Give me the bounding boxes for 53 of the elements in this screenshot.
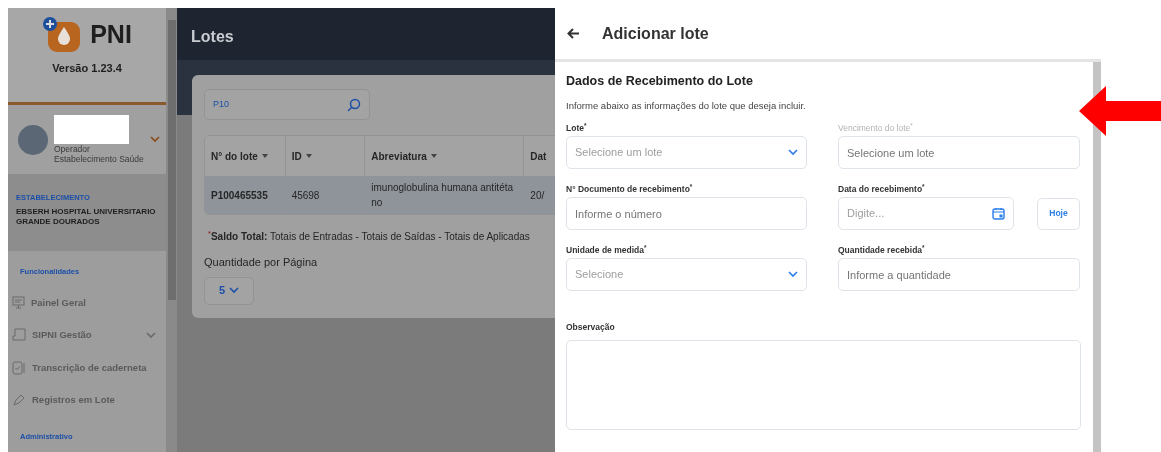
avatar [18,124,48,155]
monitor-icon [12,296,25,310]
input-field[interactable]: Informe o número [566,197,807,230]
input-field[interactable]: Informe a quantidade [838,258,1080,291]
search-icon [347,97,361,112]
column-header[interactable]: N° do lote [205,136,286,176]
establishment-name: EBSERH HOSPITAL UNIVERSITARIO GRANDE DOURADOS [16,207,157,227]
today-button[interactable]: Hoje [1037,197,1080,230]
user-role: Operador [54,143,91,155]
section-title: Dados de Recebimento do Lote [566,73,754,90]
date-field[interactable]: Digite... [838,197,1014,230]
drawer-title: Adicionar lote [602,23,709,44]
calendar-icon [992,207,1005,220]
scrollbar-thumb[interactable] [167,20,176,300]
chevron-icon [788,271,798,278]
table-cell: P100465535 [205,176,286,214]
version-text: Versão 1.23.4 [52,61,122,76]
field-label: Lote$^{*}$ [566,122,588,135]
sort-icon [261,154,268,158]
chevron-icon [788,149,798,156]
menu-item[interactable]: SIPNI Gestão [8,319,166,352]
drop-logo-icon [42,16,83,54]
field-label: Unidade de medida$^{*}$ [566,244,648,257]
sort-icon [305,154,312,158]
menu-item[interactable]: Registros em Lote [8,383,166,417]
menu-item[interactable]: Painel Geral [8,286,166,320]
app-name: PNI [90,19,132,51]
chevron-icon [229,287,240,294]
user-profile: Estabelecimento Saúde [54,154,144,165]
back-arrow-icon[interactable] [567,28,580,39]
page-title: Lotes [177,8,555,60]
table-cell: imunoglobulina humana antitéta no [365,176,525,214]
table-cell: 45698 [285,176,366,214]
footnote-text: $^{*}$Saldo Total: Totais de Entradas - Totais de Saídas - Totais de Aplicadas [207,229,531,244]
sort-icon [430,154,437,158]
field-label: N° Documento de recebimento$^{*}$ [566,183,694,196]
page-size-label: Quantidade por Página [204,255,319,270]
search-field[interactable]: P10 [204,89,370,120]
select-field[interactable]: Selecione um lote [566,136,807,169]
page-size-select[interactable]: 5 [204,276,254,305]
field-label: Vencimento do lote$^{*}$ [838,122,914,135]
field-label: Data do recebimento$^{*}$ [838,183,926,196]
field-label: Quantidade recebida$^{*}$ [838,244,926,257]
select-field[interactable]: Selecione [566,258,807,291]
description-text: Informe abaixo as informações do lote que deseja incluir. [566,98,807,113]
checklist-icon [12,360,26,375]
table-cell: 20/ [524,176,555,214]
field-label: Observação [566,321,616,334]
text-area[interactable] [566,339,1081,430]
chevron-icon [150,136,160,144]
menu-item[interactable]: Transcrição de caderneta [8,351,166,384]
document-icon [12,328,26,343]
pen-icon [12,393,26,408]
